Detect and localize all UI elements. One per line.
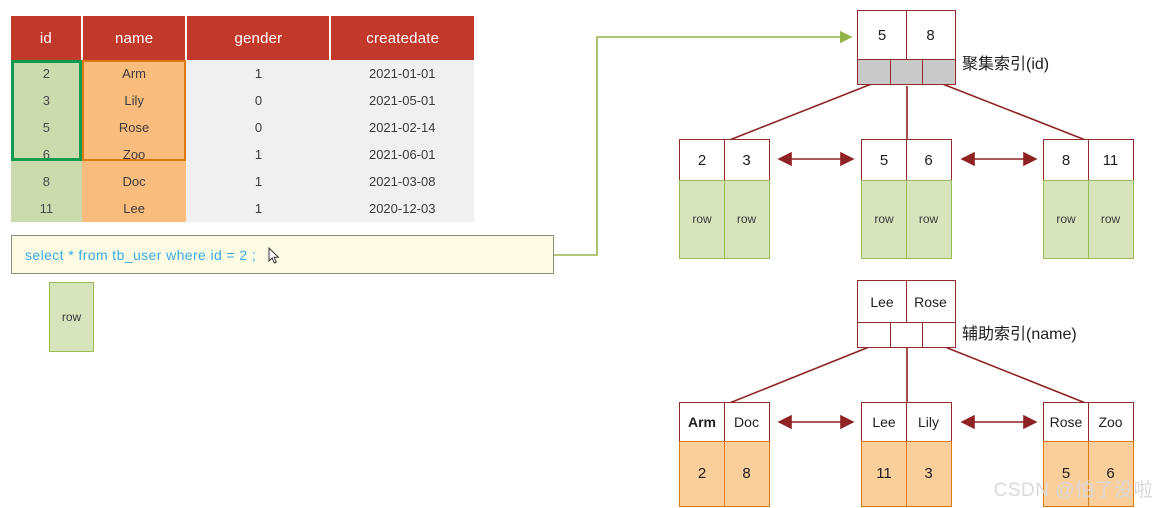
table-row: 11 Lee 1 2020-12-03 xyxy=(11,195,474,222)
secondary-root-pointer xyxy=(889,321,924,348)
mouse-cursor-icon xyxy=(268,247,280,264)
clustered-leaf-row: row xyxy=(1043,179,1089,259)
secondary-leaf-pk: 11 xyxy=(861,440,907,507)
cell-createdate: 2021-02-14 xyxy=(330,114,474,141)
secondary-leaf-pk: 3 xyxy=(905,440,952,507)
clustered-index-caption: 聚集索引(id) xyxy=(962,56,1050,73)
clustered-leaf-key: 2 xyxy=(679,139,725,181)
secondary-leaf-keys: Arm Doc xyxy=(679,402,770,442)
cell-gender: 1 xyxy=(186,141,331,168)
cell-createdate: 2021-05-01 xyxy=(330,87,474,114)
clustered-leaf-row: row xyxy=(1087,179,1134,259)
clustered-leaf-node: 2 3 row row xyxy=(679,139,770,259)
clustered-root-node: 5 8 xyxy=(857,10,956,85)
secondary-root-node: Lee Rose xyxy=(857,280,956,348)
cell-createdate: 2021-03-08 xyxy=(330,168,474,195)
secondary-root-key: Rose xyxy=(905,280,956,323)
cell-gender: 0 xyxy=(186,87,331,114)
clustered-leaf-values: row row xyxy=(861,179,952,259)
clustered-leaf-row: row xyxy=(905,179,952,259)
secondary-leaf-pk: 2 xyxy=(679,440,725,507)
secondary-leaf-key: Lily xyxy=(905,402,952,442)
table-row: 2 Arm 1 2021-01-01 xyxy=(11,60,474,87)
clustered-leaf-values: row row xyxy=(1043,179,1134,259)
column-header-gender: gender xyxy=(186,16,332,60)
diagram-canvas: id name gender createdate 2 Arm 1 2021-0… xyxy=(0,0,1161,508)
cell-gender: 1 xyxy=(186,195,331,222)
cell-name: Doc xyxy=(81,168,187,195)
secondary-root-pointer xyxy=(922,321,956,348)
secondary-leaf-values: 2 8 xyxy=(679,440,770,507)
table-header-row: id name gender createdate xyxy=(11,16,474,60)
column-header-createdate: createdate xyxy=(330,16,474,60)
clustered-root-key: 5 xyxy=(857,10,907,60)
secondary-leaf-key: Lee xyxy=(861,402,907,442)
secondary-leaf-keys: Rose Zoo xyxy=(1043,402,1134,442)
cell-gender: 1 xyxy=(186,168,331,195)
secondary-leaf-node: Lee Lily 11 3 xyxy=(861,402,952,507)
secondary-leaf-keys: Lee Lily xyxy=(861,402,952,442)
cell-name: Rose xyxy=(81,114,187,141)
cell-name: Zoo xyxy=(81,141,187,168)
cell-gender: 0 xyxy=(186,114,331,141)
secondary-leaf-pk: 8 xyxy=(723,440,770,507)
clustered-root-pointers xyxy=(857,58,956,85)
clustered-root-keys: 5 8 xyxy=(857,10,956,60)
sql-query-text: select * from tb_user where id = 2 ; xyxy=(25,246,257,263)
clustered-leaf-key: 8 xyxy=(1043,139,1089,181)
clustered-root-pointer xyxy=(857,58,891,85)
csdn-watermark: CSDN @怕了没啦 xyxy=(993,480,1153,501)
column-header-id: id xyxy=(11,16,83,60)
secondary-leaf-key: Rose xyxy=(1043,402,1089,442)
cell-createdate: 2021-06-01 xyxy=(330,141,474,168)
clustered-leaf-row: row xyxy=(679,179,725,259)
sql-query-box[interactable]: select * from tb_user where id = 2 ; xyxy=(11,235,554,274)
cell-id: 6 xyxy=(11,141,82,168)
cell-name: Lee xyxy=(81,195,187,222)
clustered-leaf-row: row xyxy=(861,179,907,259)
secondary-root-pointer xyxy=(857,321,891,348)
secondary-leaf-values: 11 3 xyxy=(861,440,952,507)
result-row-box: row xyxy=(49,282,94,352)
column-header-name: name xyxy=(81,16,188,60)
secondary-leaf-node: Arm Doc 2 8 xyxy=(679,402,770,507)
cell-gender: 1 xyxy=(186,60,331,87)
clustered-leaf-key: 6 xyxy=(905,139,952,181)
cell-id: 2 xyxy=(11,60,82,87)
result-row-label: row xyxy=(61,310,82,324)
clustered-leaf-row: row xyxy=(723,179,770,259)
cell-id: 5 xyxy=(11,114,82,141)
table-row: 8 Doc 1 2021-03-08 xyxy=(11,168,474,195)
clustered-leaf-keys: 8 11 xyxy=(1043,139,1134,181)
secondary-root-keys: Lee Rose xyxy=(857,280,956,323)
clustered-root-pointer xyxy=(922,58,956,85)
table-row: 6 Zoo 1 2021-06-01 xyxy=(11,141,474,168)
clustered-leaf-keys: 2 3 xyxy=(679,139,770,181)
secondary-root-pointers xyxy=(857,321,956,348)
table-row: 5 Rose 0 2021-02-14 xyxy=(11,114,474,141)
user-data-table: id name gender createdate 2 Arm 1 2021-0… xyxy=(11,16,474,222)
cell-id: 11 xyxy=(11,195,82,222)
clustered-leaf-node: 5 6 row row xyxy=(861,139,952,259)
secondary-index-caption: 辅助索引(name) xyxy=(962,326,1077,343)
cell-id: 8 xyxy=(11,168,82,195)
clustered-root-pointer xyxy=(889,58,924,85)
secondary-leaf-key: Zoo xyxy=(1087,402,1134,442)
clustered-leaf-node: 8 11 row row xyxy=(1043,139,1134,259)
cell-name: Arm xyxy=(81,60,187,87)
secondary-root-key: Lee xyxy=(857,280,907,323)
clustered-leaf-values: row row xyxy=(679,179,770,259)
clustered-leaf-keys: 5 6 xyxy=(861,139,952,181)
cell-id: 3 xyxy=(11,87,82,114)
clustered-leaf-key: 11 xyxy=(1087,139,1134,181)
clustered-root-key: 8 xyxy=(905,10,956,60)
secondary-leaf-key: Doc xyxy=(723,402,770,442)
secondary-leaf-key: Arm xyxy=(679,402,725,442)
clustered-leaf-key: 5 xyxy=(861,139,907,181)
clustered-leaf-key: 3 xyxy=(723,139,770,181)
cell-createdate: 2020-12-03 xyxy=(330,195,474,222)
cell-createdate: 2021-01-01 xyxy=(330,60,474,87)
table-row: 3 Lily 0 2021-05-01 xyxy=(11,87,474,114)
cell-name: Lily xyxy=(81,87,187,114)
